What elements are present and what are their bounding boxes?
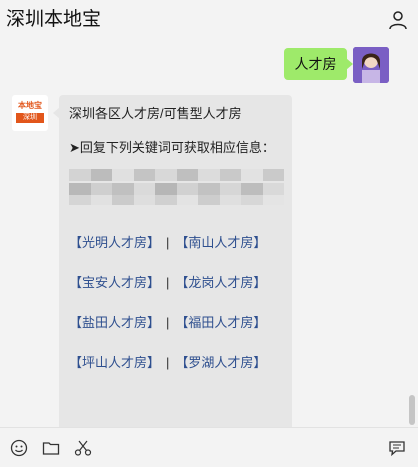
link-row: 【宝安人才房】 | 【龙岗人才房】 bbox=[69, 263, 282, 303]
keyword-link[interactable]: 【龙岗人才房】 bbox=[175, 275, 266, 290]
chat-history-icon[interactable] bbox=[388, 439, 406, 457]
keyword-link[interactable]: 【福田人才房】 bbox=[175, 315, 266, 330]
input-toolbar bbox=[0, 427, 418, 467]
chat-header: 深圳本地宝 bbox=[0, 0, 418, 40]
link-separator: | bbox=[166, 315, 170, 330]
chat-area[interactable]: 人才房 本地宝 深圳 深圳各区人才房/可售型人才房 ➤回复下列关键词可获取相应信… bbox=[0, 40, 418, 427]
profile-icon[interactable] bbox=[388, 10, 408, 30]
link-row: 【光明人才房】 | 【南山人才房】 bbox=[69, 223, 282, 263]
keyword-link[interactable]: 【南山人才房】 bbox=[175, 235, 266, 250]
link-separator: | bbox=[166, 355, 170, 370]
logo-bottom-text: 深圳 bbox=[16, 113, 44, 123]
emoji-icon[interactable] bbox=[10, 439, 28, 457]
link-separator: | bbox=[166, 275, 170, 290]
keyword-link[interactable]: 【盐田人才房】 bbox=[69, 315, 160, 330]
link-separator: | bbox=[166, 235, 170, 250]
keyword-link[interactable]: 【宝安人才房】 bbox=[69, 275, 160, 290]
folder-icon[interactable] bbox=[42, 439, 60, 457]
keyword-link[interactable]: 【坪山人才房】 bbox=[69, 355, 160, 370]
link-row: 【盐田人才房】 | 【福田人才房】 bbox=[69, 303, 282, 343]
link-row: 【坪山人才房】 | 【罗湖人才房】 bbox=[69, 343, 282, 383]
chat-title: 深圳本地宝 bbox=[6, 9, 102, 30]
keyword-link[interactable]: 【罗湖人才房】 bbox=[175, 355, 266, 370]
outgoing-message[interactable]: 人才房 bbox=[284, 48, 353, 80]
chat-scrollbar[interactable] bbox=[409, 395, 415, 425]
scissors-icon[interactable] bbox=[74, 439, 92, 457]
keyword-links: 【光明人才房】 | 【南山人才房】 【宝安人才房】 | 【龙岗人才房】 【盐田人才房】 |… bbox=[69, 223, 282, 383]
user-avatar[interactable] bbox=[353, 47, 389, 83]
bendibao-avatar[interactable]: 本地宝 深圳 bbox=[12, 95, 48, 131]
incoming-message[interactable]: 深圳各区人才房/可售型人才房 ➤回复下列关键词可获取相应信息： 【光明人才房】 |… bbox=[53, 95, 292, 427]
message-instruction: ➤回复下列关键词可获取相应信息： bbox=[69, 140, 275, 155]
message-heading: 深圳各区人才房/可售型人才房 bbox=[69, 106, 242, 121]
keyword-link[interactable]: 【光明人才房】 bbox=[69, 235, 160, 250]
logo-top-text: 本地宝 bbox=[18, 101, 42, 110]
blurred-content bbox=[69, 169, 284, 205]
